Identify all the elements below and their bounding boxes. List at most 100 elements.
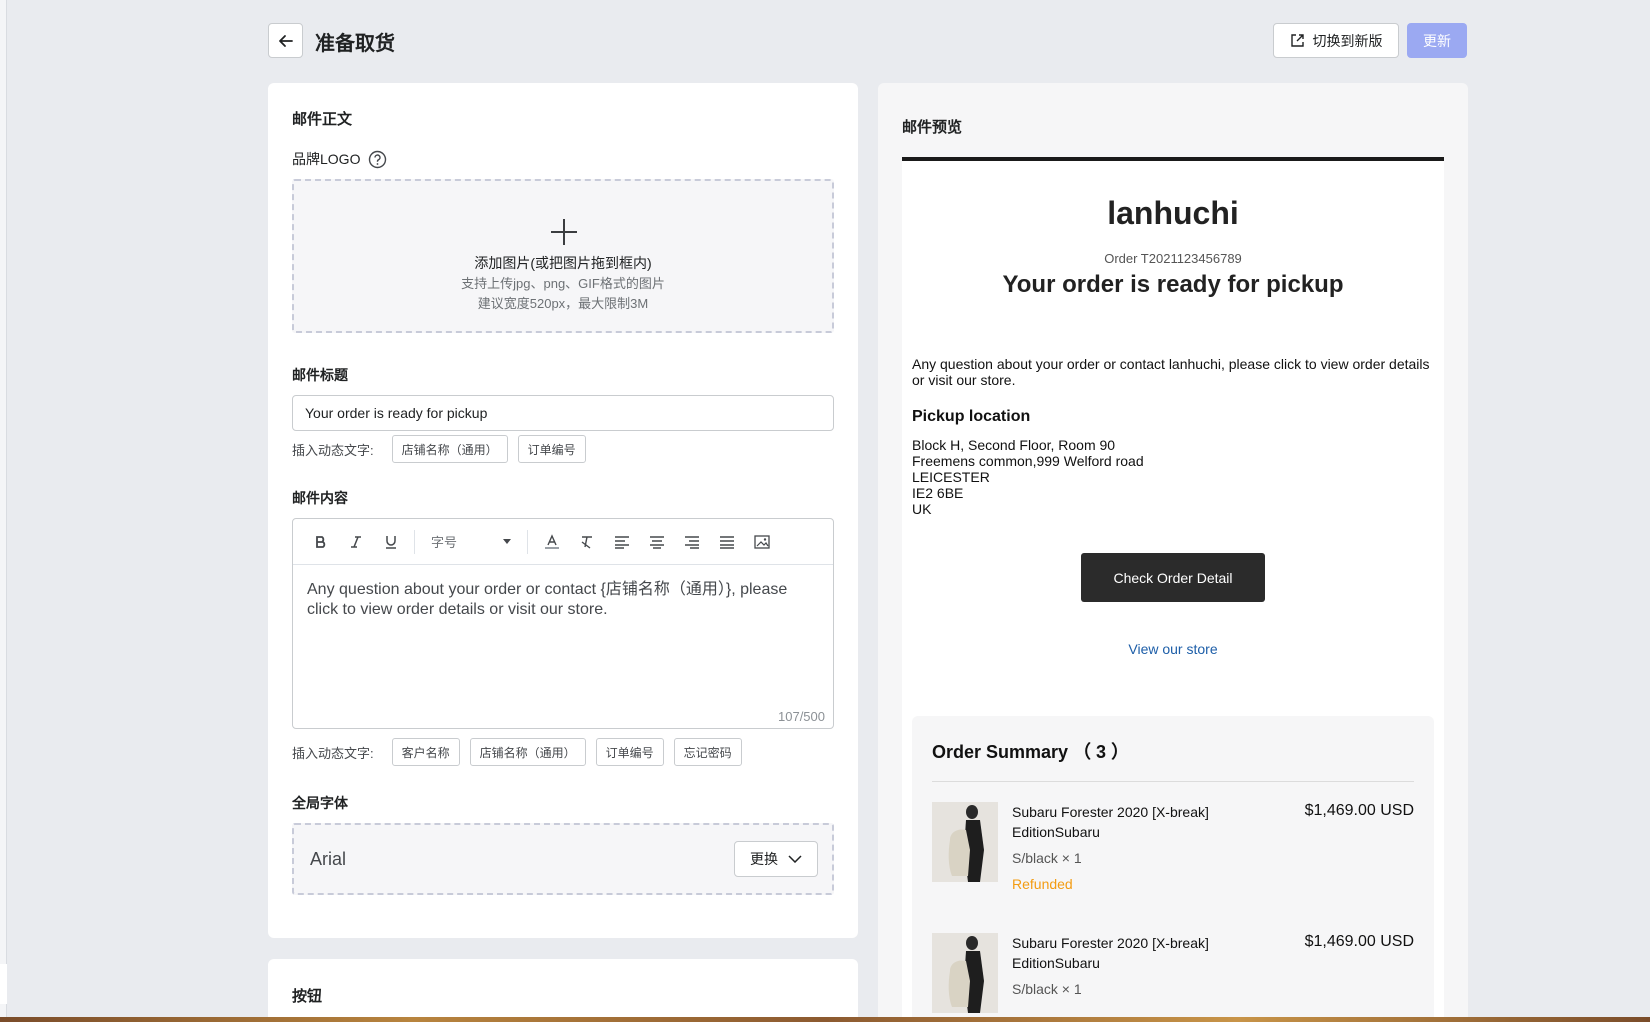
button-section-card: 按钮 (268, 959, 858, 1022)
global-font-label: 全局字体 (292, 795, 348, 811)
item-price: $1,469.00 USD (1304, 802, 1414, 819)
insert-image-button[interactable] (744, 527, 779, 557)
content-editor[interactable]: 字号 Any question about your order or cont… (292, 518, 834, 729)
switch-version-button[interactable]: 切换到新版 (1273, 23, 1399, 58)
align-right-button[interactable] (674, 527, 709, 557)
image-icon (753, 534, 770, 549)
underline-icon (385, 535, 396, 549)
change-font-button[interactable]: 更换 (734, 841, 818, 877)
content-tag-forgot-password[interactable]: 忘记密码 (673, 738, 742, 766)
item-status: Refunded (1012, 876, 1073, 892)
email-body-title: 邮件正文 (292, 111, 353, 128)
text-color-button[interactable] (534, 527, 569, 557)
switch-version-label: 切换到新版 (1312, 32, 1383, 49)
dynamic-label: 插入动态文字: (292, 745, 374, 761)
brand-logo-label: 品牌LOGO (292, 149, 387, 169)
update-button[interactable]: 更新 (1407, 23, 1467, 58)
editor-toolbar: 字号 (293, 519, 833, 565)
toolbar-divider (414, 529, 415, 554)
pickup-address: Block H, Second Floor, Room 90 Freemens … (912, 437, 1144, 517)
external-link-icon (1290, 34, 1304, 47)
content-label: 邮件内容 (292, 490, 348, 506)
char-counter: 107/500 (778, 709, 825, 724)
chevron-down-icon (788, 855, 802, 863)
preview-store-name: lanhuchi (1107, 195, 1239, 231)
caret-down-icon (503, 539, 511, 544)
editor-body[interactable]: Any question about your order or contact… (293, 565, 833, 635)
align-center-button[interactable] (639, 527, 674, 557)
check-order-detail-button[interactable]: Check Order Detail (1081, 553, 1265, 602)
subject-tag-order-number[interactable]: 订单编号 (517, 435, 586, 463)
page-title: 准备取货 (315, 33, 395, 55)
clear-format-button[interactable] (569, 527, 604, 557)
item-variant: S/black × 1 (1012, 981, 1082, 997)
view-store-link[interactable]: View our store (902, 641, 1444, 657)
help-icon[interactable] (368, 150, 387, 169)
item-variant: S/black × 1 (1012, 850, 1082, 866)
address-line: IE2 6BE (912, 485, 964, 501)
order-item: Subaru Forester 2020 [X-break] EditionSu… (932, 933, 1414, 1022)
address-line: Freemens common,999 Welford road (912, 453, 1144, 469)
item-price: $1,469.00 USD (1304, 933, 1414, 950)
change-font-label: 更换 (750, 851, 778, 867)
align-right-icon (684, 535, 699, 549)
email-preview-frame: lanhuchi Order T2021123456789 Your order… (902, 157, 1444, 1022)
justify-icon (719, 535, 734, 549)
upload-limits-text: 建议宽度520px，最大限制3M (477, 296, 649, 311)
preview-title: 邮件预览 (902, 119, 963, 136)
item-name: Subaru Forester 2020 [X-break] EditionSu… (1012, 935, 1209, 971)
font-name: Arial (310, 849, 347, 869)
toolbar-divider (527, 529, 528, 554)
arrow-left-icon (278, 34, 293, 47)
bottom-edge-bar (0, 1017, 1650, 1022)
order-summary-title: Order Summary （ 3 ） (932, 742, 1130, 762)
subject-dynamic-row: 插入动态文字: 店铺名称（通用） 订单编号 (292, 435, 586, 463)
italic-button[interactable] (338, 527, 373, 557)
button-section-title: 按钮 (292, 988, 323, 1005)
address-line: UK (912, 501, 932, 517)
product-thumbnail (932, 933, 998, 1013)
global-font-box: Arial 更换 (292, 823, 834, 895)
order-item: Subaru Forester 2020 [X-break] EditionSu… (932, 802, 1414, 912)
dynamic-label: 插入动态文字: (292, 442, 374, 458)
pickup-location-title: Pickup location (912, 408, 1031, 425)
product-image (932, 933, 998, 1013)
order-summary: Order Summary （ 3 ） Subaru Forester 2020… (912, 716, 1434, 1022)
item-name: Subaru Forester 2020 [X-break] EditionSu… (1012, 804, 1209, 840)
back-button[interactable] (268, 23, 303, 58)
font-size-select[interactable]: 字号 (421, 527, 521, 557)
plus-icon (551, 219, 577, 245)
font-size-label: 字号 (431, 535, 458, 550)
preview-paragraph: Any question about your order or contact… (912, 356, 1430, 388)
bold-icon (315, 535, 325, 548)
subject-tag-store-name[interactable]: 店铺名称（通用） (391, 435, 508, 463)
product-thumbnail (932, 802, 998, 882)
summary-divider (932, 781, 1414, 782)
brand-logo-text: 品牌LOGO (292, 151, 361, 167)
align-left-button[interactable] (604, 527, 639, 557)
logo-upload-dropzone[interactable]: 添加图片(或把图片拖到框内) 支持上传jpg、png、GIF格式的图片 建议宽度… (292, 179, 834, 333)
email-preview-card: 邮件预览 lanhuchi Order T2021123456789 Your … (878, 83, 1468, 1022)
preview-heading: Your order is ready for pickup (1002, 271, 1344, 298)
product-image (932, 802, 998, 882)
address-line: LEICESTER (912, 469, 990, 485)
email-body-card: 邮件正文 品牌LOGO 添加图片(或把图片拖到框内) 支持上传jpg、png、G… (268, 83, 858, 938)
justify-button[interactable] (709, 527, 744, 557)
content-tag-order-number[interactable]: 订单编号 (595, 738, 664, 766)
side-strip-tab (0, 964, 7, 1004)
content-tag-customer-name[interactable]: 客户名称 (391, 738, 460, 766)
text-color-icon (544, 533, 559, 549)
content-dynamic-row: 插入动态文字: 客户名称 店铺名称（通用） 订单编号 忘记密码 (292, 738, 742, 766)
upload-formats-text: 支持上传jpg、png、GIF格式的图片 (461, 276, 665, 291)
content-tag-store-name[interactable]: 店铺名称（通用） (469, 738, 586, 766)
bold-button[interactable] (303, 527, 338, 557)
italic-icon (350, 535, 361, 548)
address-line: Block H, Second Floor, Room 90 (912, 437, 1116, 453)
align-left-icon (614, 535, 629, 549)
preview-order-number: Order T2021123456789 (1104, 251, 1242, 266)
subject-input[interactable] (292, 395, 834, 431)
clear-format-icon (581, 535, 592, 549)
underline-button[interactable] (373, 527, 408, 557)
side-strip (0, 0, 7, 1022)
subject-label: 邮件标题 (292, 367, 348, 383)
